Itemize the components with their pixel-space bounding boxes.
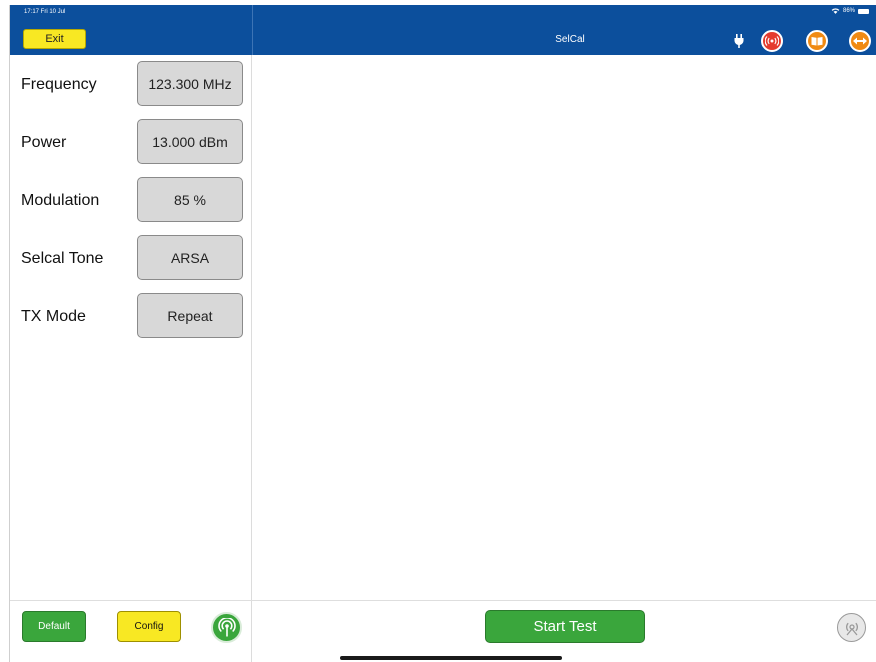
- transmit-status-icon: [845, 622, 858, 635]
- parameter-panel: Frequency 123.300 MHz Power 13.000 dBm M…: [10, 55, 252, 662]
- home-indicator[interactable]: [340, 656, 562, 660]
- battery-percentage: 86%: [842, 8, 855, 14]
- expand-button[interactable]: [849, 30, 871, 52]
- modulation-field[interactable]: 85 %: [137, 177, 243, 222]
- book-icon: [811, 37, 823, 46]
- wifi-icon: [831, 8, 840, 14]
- page-title: SelCal: [555, 34, 585, 45]
- battery-icon: [858, 8, 869, 14]
- radio-signal-button[interactable]: [761, 30, 783, 52]
- frequency-label: Frequency: [21, 76, 97, 93]
- header-bar: 17:17 Fri 10 Jul 86% Exit SelCal: [10, 5, 876, 55]
- config-button[interactable]: Config: [117, 611, 181, 642]
- power-field[interactable]: 13.000 dBm: [137, 119, 243, 164]
- modulation-label: Modulation: [21, 192, 100, 209]
- tx-mode-label: TX Mode: [21, 308, 86, 325]
- header-divider: [252, 5, 253, 55]
- selcal-screen: 17:17 Fri 10 Jul 86% Exit SelCal Frequen…: [9, 5, 876, 662]
- status-time: 17:17 Fri 10 Jul: [24, 9, 66, 15]
- arrows-icon: [853, 37, 867, 45]
- selcal-tone-label: Selcal Tone: [21, 250, 104, 267]
- status-indicators: 86%: [831, 8, 869, 14]
- frequency-field[interactable]: 123.300 MHz: [137, 61, 243, 106]
- power-label: Power: [21, 134, 67, 151]
- footer-divider: [10, 600, 876, 601]
- transmit-status-indicator[interactable]: [837, 613, 866, 642]
- default-button[interactable]: Default: [22, 611, 86, 642]
- tx-mode-field[interactable]: Repeat: [137, 293, 243, 338]
- antenna-button[interactable]: [211, 612, 242, 643]
- selcal-tone-field[interactable]: ARSA: [137, 235, 243, 280]
- plug-icon: [734, 34, 744, 48]
- radio-signal-icon: [765, 36, 779, 46]
- manual-button[interactable]: [806, 30, 828, 52]
- start-test-button[interactable]: Start Test: [485, 610, 645, 643]
- exit-button[interactable]: Exit: [23, 29, 86, 49]
- antenna-icon: [217, 617, 236, 636]
